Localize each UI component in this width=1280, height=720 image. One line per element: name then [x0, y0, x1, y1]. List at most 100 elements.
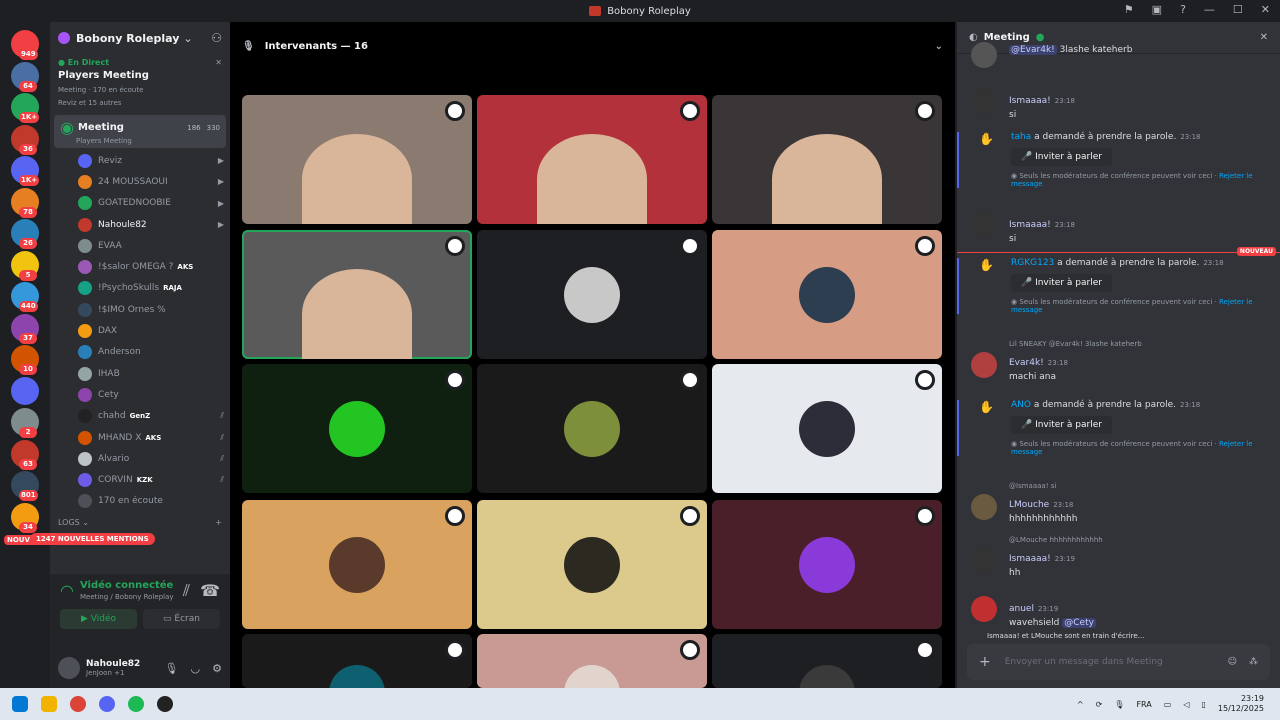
requester-name[interactable]: taha [1011, 132, 1031, 142]
category-logs[interactable]: LOGS ⌄ + [50, 512, 230, 533]
help-icon[interactable]: ? [1180, 3, 1186, 16]
reply-preview[interactable]: Lil SNEAKY @Evar4k! 3lashe kateherb [1009, 340, 1280, 348]
mic-icon[interactable]: 🎙 [165, 662, 179, 675]
member-item[interactable]: IHAB [50, 363, 230, 384]
spotify-icon[interactable] [128, 696, 144, 712]
noise-icon[interactable]: ⫽ [183, 581, 190, 601]
chrome-icon[interactable] [70, 696, 86, 712]
avatar[interactable] [971, 494, 997, 520]
participant-tile[interactable] [477, 95, 707, 224]
discord-icon[interactable] [99, 696, 115, 712]
participant-tile[interactable] [242, 500, 472, 629]
message-author[interactable]: Ismaaaa! [1009, 220, 1051, 230]
avatar[interactable] [971, 88, 997, 114]
message-author[interactable]: Evar4k! [1009, 358, 1044, 368]
video-button[interactable]: ▶ Vidéo [60, 609, 137, 629]
add-member-icon[interactable]: ⚇ [211, 31, 222, 45]
user-mention[interactable]: @Cety [1062, 618, 1096, 628]
apps-icon[interactable]: ⁂ [1249, 657, 1258, 667]
battery-icon[interactable]: ▯ [1201, 700, 1205, 709]
message-author[interactable]: Ismaaaa! [1009, 96, 1051, 106]
participant-tile[interactable] [712, 634, 942, 688]
participant-tile[interactable] [477, 634, 707, 688]
settings-gear-icon[interactable]: ⚙ [212, 662, 222, 675]
participant-tile[interactable] [242, 95, 472, 224]
member-item[interactable]: Anderson [50, 342, 230, 363]
close-window-button[interactable]: ✕ [1261, 3, 1270, 16]
clock[interactable]: 23:19 15/12/2025 [1218, 694, 1264, 714]
avatar[interactable] [58, 657, 80, 679]
invite-to-speak-button[interactable]: 🎤 Inviter à parler [1011, 148, 1112, 166]
message-author[interactable]: Ismaaaa! [1009, 554, 1051, 564]
avatar[interactable] [971, 42, 997, 68]
volume-icon[interactable]: ◁ [1183, 700, 1189, 709]
requester-name[interactable]: RGKG123 [1011, 258, 1054, 268]
disconnect-icon[interactable]: ☎ [200, 581, 220, 600]
participant-tile[interactable] [712, 230, 942, 359]
live-event[interactable]: ● En Direct ✕ Players Meeting Meeting · 1… [50, 54, 230, 111]
member-item[interactable]: CORVIN KZK ⫽ [50, 469, 230, 490]
message-input[interactable]: + Envoyer un message dans Meeting ☺ ⁂ [967, 644, 1270, 680]
invite-to-speak-button[interactable]: 🎤 Inviter à parler [1011, 274, 1112, 292]
member-item[interactable]: GOATEDNOOBIE ▶ [50, 193, 230, 214]
voice-path[interactable]: Meeting / Bobony Roleplay [80, 593, 174, 601]
maximize-button[interactable]: ☐ [1233, 3, 1243, 16]
participant-tile[interactable] [242, 230, 472, 359]
mic-tray-icon[interactable]: 🎙 [1114, 700, 1124, 709]
message-author[interactable]: anuel [1009, 604, 1034, 614]
start-button[interactable] [12, 696, 28, 712]
member-item[interactable]: Cety [50, 384, 230, 405]
reply-preview[interactable]: @LMouche hhhhhhhhhhhh [1009, 536, 1280, 544]
requester-name[interactable]: ANO [1011, 400, 1031, 410]
chevron-down-icon[interactable]: ⌄ [935, 41, 943, 52]
member-item[interactable]: !PsychoSkulls RAJA [50, 278, 230, 299]
minimize-button[interactable]: — [1204, 3, 1215, 16]
headphones-icon[interactable]: ◡ [191, 662, 201, 675]
server-icon[interactable] [11, 376, 39, 405]
message-author[interactable]: LMouche [1009, 500, 1049, 510]
participant-tile[interactable] [712, 95, 942, 224]
member-item[interactable]: chahd GenZ ⫽ [50, 406, 230, 427]
new-mentions-badge[interactable]: 1247 NOUVELLES MENTIONS [30, 533, 155, 545]
member-item[interactable]: EVAA [50, 235, 230, 256]
avatar[interactable] [971, 596, 997, 622]
participant-tile[interactable] [712, 500, 942, 629]
participant-tile[interactable] [477, 230, 707, 359]
member-item[interactable]: Reviz ▶ [50, 150, 230, 171]
reply-preview[interactable]: @Ismaaaa! si [1009, 482, 1280, 490]
guild-header[interactable]: Bobony Roleplay ⌄ ⚇ [50, 22, 230, 54]
network-icon[interactable]: ▭ [1164, 700, 1172, 709]
sync-icon[interactable]: ⟳ [1096, 700, 1103, 709]
chevron-up-icon[interactable]: ^ [1077, 700, 1084, 709]
participant-tile[interactable] [242, 364, 472, 493]
language-indicator[interactable]: FRA [1136, 700, 1151, 709]
channel-meeting[interactable]: ◉ Meeting 186 330 Players Meeting [54, 115, 226, 148]
member-item[interactable]: DAX [50, 320, 230, 341]
moderator-badge-icon [680, 236, 700, 256]
emoji-icon[interactable]: ☺ [1228, 657, 1237, 667]
close-icon[interactable]: ✕ [215, 58, 222, 67]
member-item[interactable]: Alvario ⫽ [50, 448, 230, 469]
member-item[interactable]: MHAND X AKS ⫽ [50, 427, 230, 448]
inbox-flag-icon[interactable]: ⚑ [1124, 3, 1134, 16]
add-channel-icon[interactable]: + [215, 518, 222, 527]
member-item[interactable]: !$salor OMEGA ? AKS [50, 256, 230, 277]
user-mention[interactable]: @Evar4k! [1009, 45, 1057, 55]
explorer-icon[interactable] [41, 696, 57, 712]
avatar[interactable] [971, 548, 997, 574]
member-item[interactable]: !$IMO Ornes % [50, 299, 230, 320]
participant-tile[interactable] [242, 634, 472, 688]
screen-share-button[interactable]: ▭ Écran [143, 609, 220, 629]
app-icon[interactable] [157, 696, 173, 712]
member-item[interactable]: 24 MOUSSAOUI ▶ [50, 171, 230, 192]
avatar[interactable] [971, 352, 997, 378]
member-item[interactable]: 170 en écoute [50, 491, 230, 512]
avatar[interactable] [971, 212, 997, 238]
member-item[interactable]: Nahoule82 ▶ [50, 214, 230, 235]
participant-tile[interactable] [477, 364, 707, 493]
participant-tile[interactable] [712, 364, 942, 493]
invite-to-speak-button[interactable]: 🎤 Inviter à parler [1011, 416, 1112, 434]
screen-icon[interactable]: ▣ [1152, 3, 1162, 16]
participant-tile[interactable] [477, 500, 707, 629]
add-attachment-icon[interactable]: + [979, 654, 991, 670]
